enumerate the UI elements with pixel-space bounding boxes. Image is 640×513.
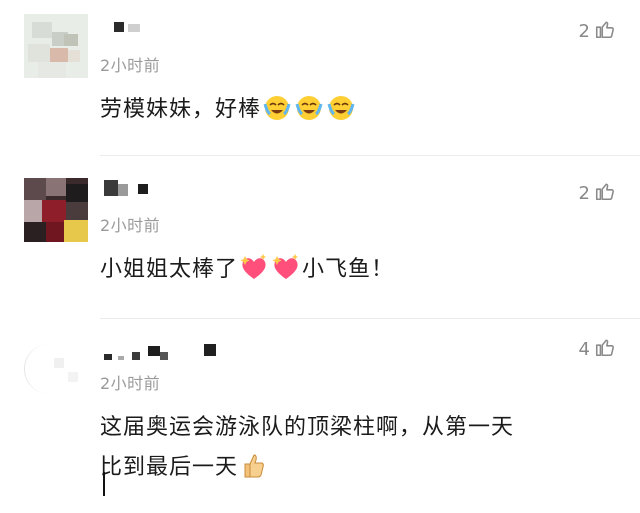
comment-time: 2小时前 [100,216,161,235]
like-button[interactable]: 2 [579,180,616,206]
divider [100,318,640,319]
comment-text-part: 小姐姐太棒了 [100,257,239,282]
comment-item: 2小时前 4 这届奥运会游泳队的顶梁柱啊，从第一天 比到最后一天 [0,322,640,513]
like-count: 4 [578,338,590,360]
comment-item: 2小时前 2 劳模妹妹，好棒 [0,0,640,150]
thumbs-up-icon [594,180,616,206]
avatar[interactable] [24,178,88,242]
comment-time: 2小时前 [100,374,161,393]
comment-text-line: 这届奥运会游泳队的顶梁柱啊，从第一天 [100,415,515,440]
crying-laugh-emoji [294,92,324,136]
comment-text: 小姐姐太棒了 小飞鱼！ [100,250,394,296]
comment-text: 这届奥运会游泳队的顶梁柱啊，从第一天 比到最后一天 [100,408,620,494]
comment-text-part: 劳模妹妹，好棒 [100,97,262,122]
thumbs-up-emoji [239,452,267,494]
text-cursor [103,472,105,496]
sparkle-heart-emoji [239,252,269,296]
crying-laugh-emoji [326,92,356,136]
thumbs-up-icon [594,336,616,362]
comment-item: 2小时前 2 小姐姐太棒了 小飞鱼！ [0,160,640,310]
sparkle-heart-emoji [271,252,301,296]
crying-laugh-emoji [262,92,292,136]
divider [100,155,640,156]
avatar[interactable] [24,14,88,78]
comment-text-line: 比到最后一天 [100,455,239,480]
comment-text: 劳模妹妹，好棒 [100,90,357,136]
like-button[interactable]: 2 [579,18,616,44]
like-button[interactable]: 4 [579,336,616,362]
comment-time: 2小时前 [100,56,161,75]
thumbs-up-icon [594,18,616,44]
avatar[interactable] [24,336,88,400]
like-count: 2 [578,182,590,204]
comment-text-part: 小飞鱼！ [302,257,395,282]
like-count: 2 [578,20,590,42]
